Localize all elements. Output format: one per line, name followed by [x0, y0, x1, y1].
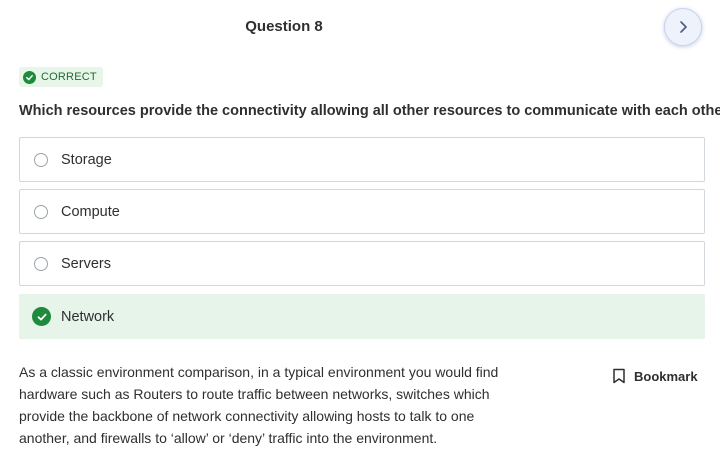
- page-title: Question 8: [245, 18, 323, 35]
- answer-option-storage[interactable]: Storage: [19, 137, 705, 182]
- question-text: Which resources provide the connectivity…: [19, 103, 720, 119]
- answer-option-label: Servers: [61, 255, 111, 272]
- check-circle-icon: [23, 70, 36, 84]
- bookmark-icon: [613, 368, 625, 384]
- radio-button[interactable]: [34, 204, 48, 219]
- answer-option-label: Storage: [61, 151, 112, 168]
- answer-option-label: Network: [61, 308, 115, 325]
- radio-button[interactable]: [34, 256, 48, 271]
- check-circle-icon: [32, 307, 51, 326]
- answer-option-label: Compute: [61, 203, 120, 220]
- next-question-button[interactable]: [664, 8, 702, 46]
- chevron-right-icon: [680, 21, 687, 33]
- answer-option-compute[interactable]: Compute: [19, 189, 705, 234]
- explanation-text: As a classic environment comparison, in …: [19, 364, 499, 446]
- radio-button[interactable]: [34, 152, 48, 167]
- bookmark-label: Bookmark: [634, 368, 698, 384]
- answer-option-servers[interactable]: Servers: [19, 241, 705, 286]
- bookmark-button[interactable]: Bookmark: [612, 368, 698, 384]
- result-badge-label: CORRECT: [41, 71, 97, 83]
- answer-option-network[interactable]: Network: [19, 294, 705, 339]
- result-badge: CORRECT: [19, 67, 103, 87]
